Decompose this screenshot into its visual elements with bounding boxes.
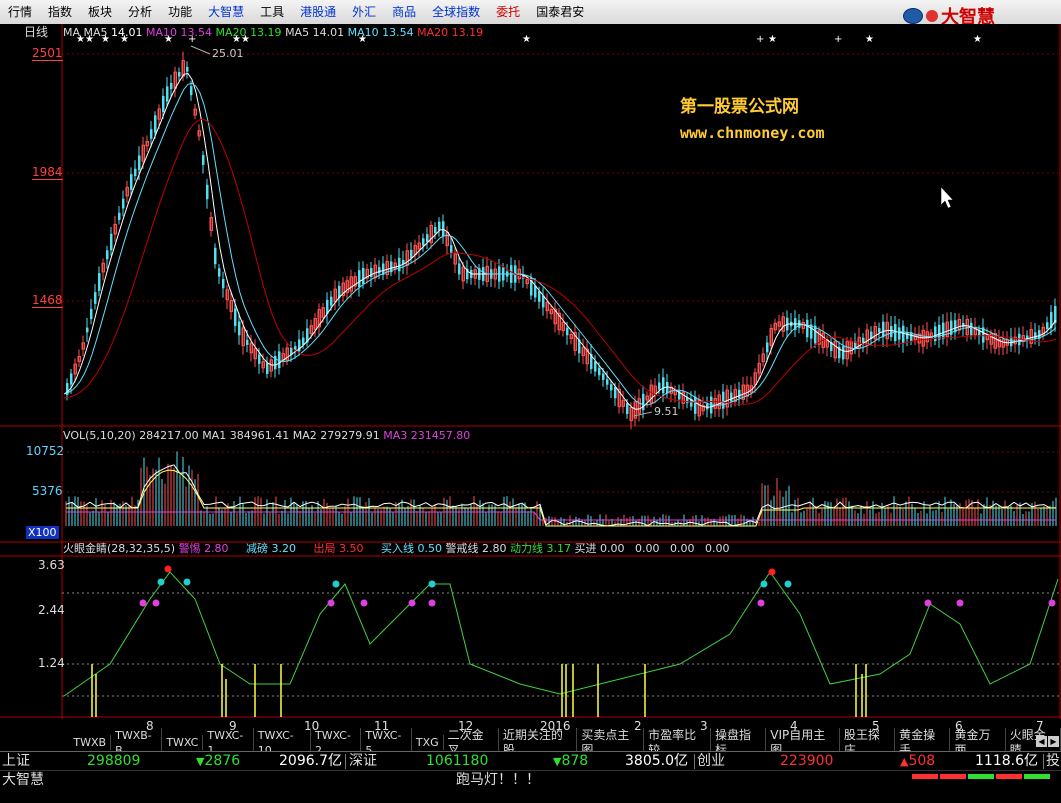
tab-txg[interactable]: TXG	[412, 735, 444, 750]
breadth-down-bar	[968, 774, 994, 779]
watermark-url: www.chnmoney.com	[680, 124, 825, 142]
sz-amount: 3805.0亿	[625, 753, 688, 769]
menu-gongneng[interactable]: 功能	[160, 0, 200, 24]
indicator-lines	[63, 571, 1059, 717]
sh-label[interactable]: 上证	[2, 752, 30, 770]
sz-change: ▼878	[553, 753, 589, 769]
ma-lines	[63, 72, 1057, 410]
breadth-up-bar	[940, 774, 966, 779]
svg-text:★: ★	[973, 34, 982, 45]
vol-unit-badge: X100	[26, 526, 59, 539]
menu-waihui[interactable]: 外汇	[344, 0, 384, 24]
low-annotation: 9.51	[654, 405, 679, 418]
ma-legend: MA MA5 14.01 MA10 13.54 MA20 13.19 MA5 1…	[63, 26, 484, 39]
menu-zhishu[interactable]: 指数	[40, 0, 80, 24]
price-tick-3: 1468	[32, 293, 63, 308]
ind-tick-3: 1.24	[38, 656, 65, 670]
cy-amount: 1118.6亿	[975, 753, 1038, 769]
cursor-arrow-icon	[940, 186, 954, 209]
sz-volume: 1061180	[426, 753, 489, 769]
menu-bankuai[interactable]: 板块	[80, 0, 120, 24]
ticker-bar: 大智慧 跑马灯！！！	[0, 770, 1061, 791]
menu-fenxi[interactable]: 分析	[120, 0, 160, 24]
ind-tick-2: 2.44	[38, 603, 65, 617]
watermark-title: 第一股票公式网	[680, 97, 799, 117]
menu-hangqing[interactable]: 行情	[0, 0, 40, 24]
index-status-bar: 上证 298809 ▼2876 2096.7亿 深证 1061180 ▼878 …	[0, 751, 1061, 771]
flame-icon	[926, 10, 938, 22]
tab-twxc[interactable]: TWXC	[162, 735, 204, 750]
svg-text:★: ★	[865, 34, 874, 45]
menu-weituo[interactable]: 委托	[488, 0, 528, 24]
breadth-up-bar	[996, 774, 1022, 779]
vol-tick-1: 10752	[26, 444, 65, 458]
marquee-text: 跑马灯！！！	[456, 772, 540, 788]
price-tick-2: 1984	[32, 165, 63, 180]
kline-chart[interactable]: ★★ ★ ★ ★ + ★★ ★ ★ + ★ + ★ ★	[0, 24, 1061, 734]
breadth-up-bar	[912, 774, 938, 779]
price-tick-1: 2501	[32, 46, 63, 61]
menu-dazhihui[interactable]: 大智慧	[200, 0, 252, 24]
ind-tick-1: 3.63	[38, 558, 65, 572]
tab-scroll-right-icon[interactable]: ▶	[1048, 736, 1059, 747]
menu-guotai[interactable]: 国泰君安	[528, 0, 592, 24]
cy-change: ▲508	[900, 753, 936, 769]
menu-quanqiu[interactable]: 全球指数	[424, 0, 488, 24]
sh-amount: 2096.7亿	[279, 753, 342, 769]
high-annotation: 25.01	[212, 47, 244, 60]
svg-text:★: ★	[522, 34, 531, 45]
sz-label[interactable]: 深证	[349, 752, 377, 770]
formula-tabs: TWXB TWXB-B TWXC TWXC-1 TWXC-10 TWXC-2 T…	[0, 727, 1061, 758]
sh-change: ▼2876	[196, 753, 241, 769]
tab-twxb[interactable]: TWXB	[69, 735, 112, 750]
tab-scroll-left-icon[interactable]: ◀	[1036, 736, 1047, 747]
cy-volume: 223900	[780, 753, 834, 769]
ticker-brand: 大智慧	[2, 772, 44, 788]
svg-text:+: +	[756, 34, 764, 45]
chart-area[interactable]: ★★ ★ ★ ★ + ★★ ★ ★ + ★ + ★ ★ 日线 MA MA5 14.01 MA10…	[0, 24, 1061, 734]
signal-dots	[139, 565, 1056, 607]
vol-tick-2: 5376	[32, 484, 63, 498]
breadth-down-bar	[1024, 774, 1050, 779]
menu-shangpin[interactable]: 商品	[384, 0, 424, 24]
volume-bars	[65, 451, 1057, 527]
svg-text:+: +	[834, 34, 842, 45]
candles	[66, 51, 1057, 430]
menu-ganggutong[interactable]: 港股通	[292, 0, 344, 24]
vol-legend: VOL(5,10,20) 284217.00 MA1 384961.41 MA2…	[63, 429, 471, 442]
cy-label[interactable]: 创业	[697, 752, 725, 770]
status-last[interactable]: 投	[1046, 752, 1060, 770]
menu-bar: 行情 指数 板块 分析 功能 大智慧 工具 港股通 外汇 商品 全球指数 委托 …	[0, 0, 1061, 28]
globe-icon	[903, 8, 923, 24]
svg-text:★: ★	[768, 34, 777, 45]
sh-volume: 298809	[87, 753, 141, 769]
period-label[interactable]: 日线	[24, 26, 48, 39]
indicator-legend: 火眼金睛(28,32,35,5) 警惕 2.80 减磅 3.20 出局 3.50…	[63, 542, 730, 555]
menu-gongju[interactable]: 工具	[252, 0, 292, 24]
